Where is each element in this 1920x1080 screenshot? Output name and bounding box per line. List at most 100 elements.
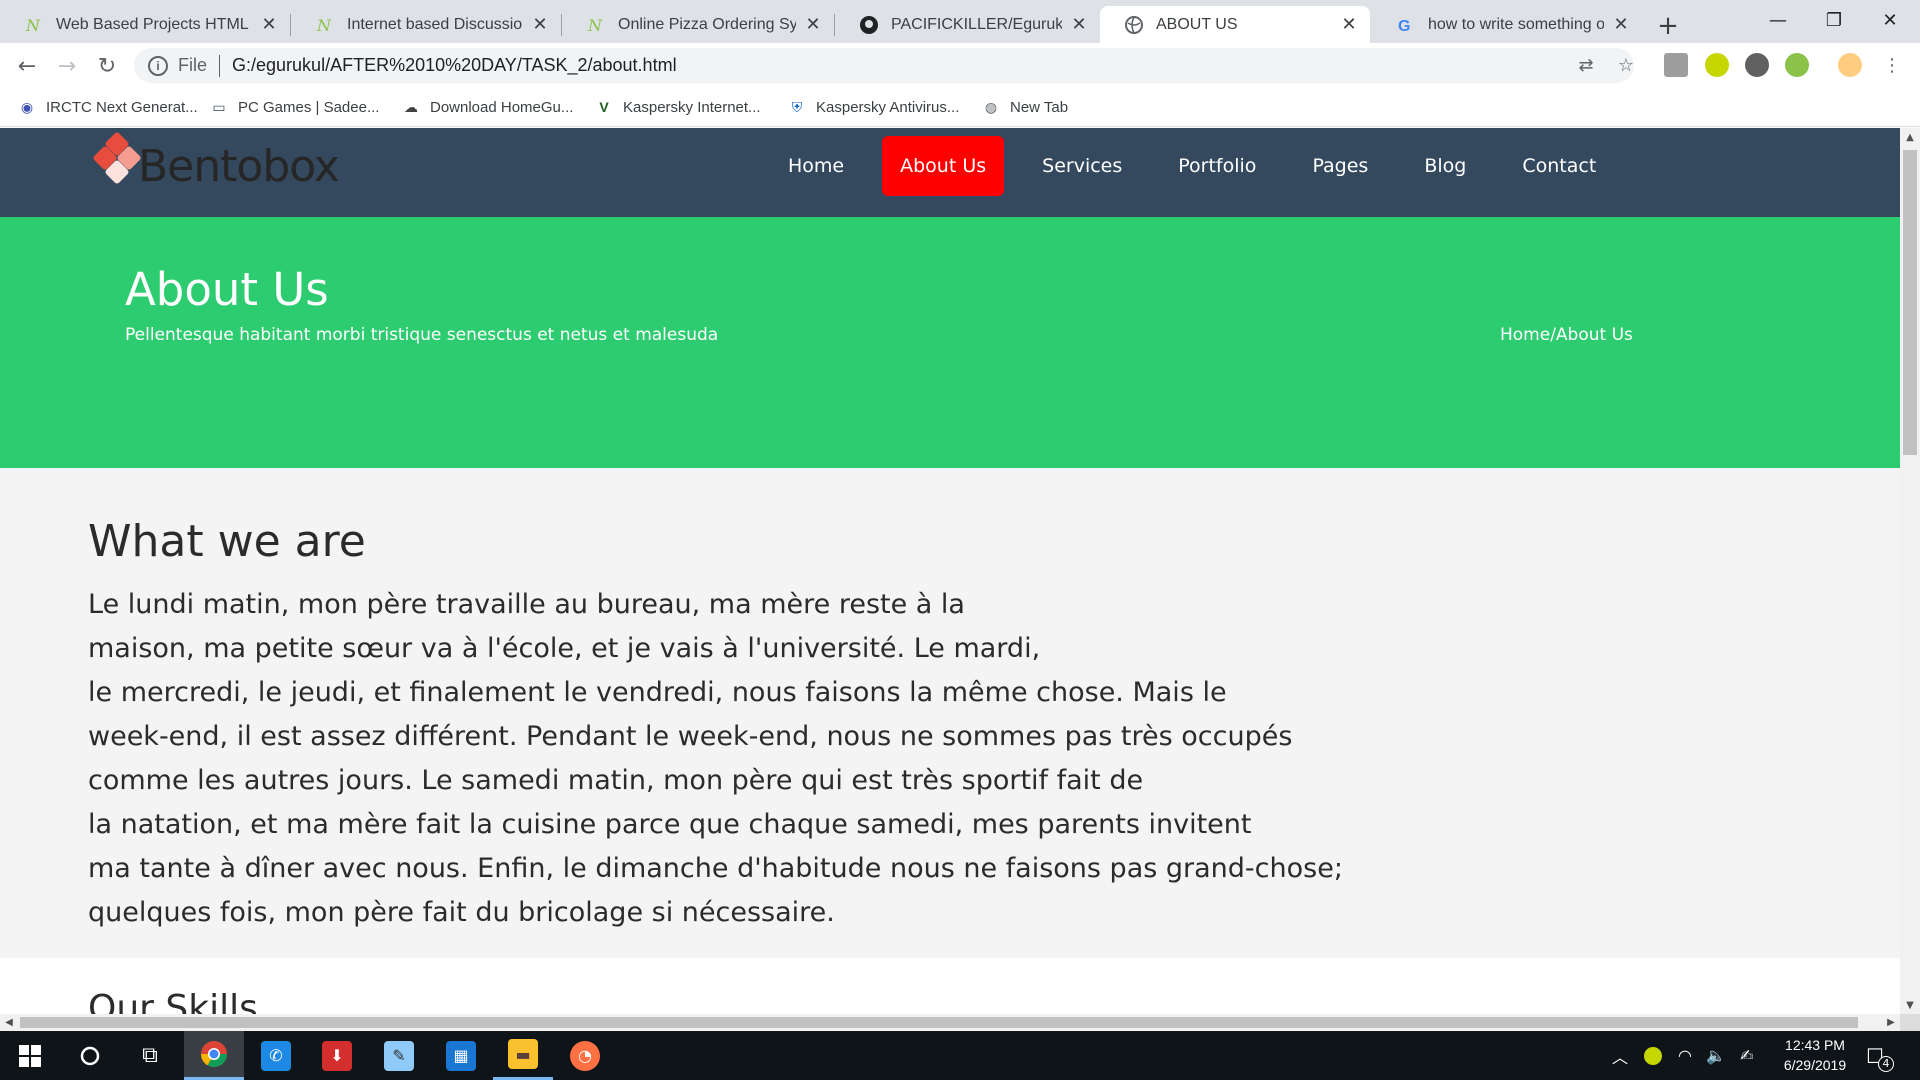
- bookmark-irctc[interactable]: ◉ IRCTC Next Generat...: [18, 94, 198, 120]
- tab-google-search[interactable]: G how to write something on c ✕: [1372, 6, 1642, 43]
- pen-icon[interactable]: ✍: [1740, 1031, 1753, 1080]
- page-viewport: Bentobox Home About Us Services Portfoli…: [0, 128, 1900, 1014]
- scroll-down-arrow-icon[interactable]: ▼: [1900, 996, 1920, 1014]
- clock-time: 12:43 PM: [1785, 1037, 1845, 1053]
- bookmark-label: Kaspersky Antivirus...: [816, 98, 960, 116]
- close-icon[interactable]: ✕: [1338, 14, 1360, 36]
- scrollbar-thumb[interactable]: [20, 1017, 1858, 1028]
- paragraph-line: le mercredi, le jeudi, et finalement le …: [88, 677, 1227, 708]
- menu-item-pages[interactable]: Pages: [1294, 136, 1386, 196]
- minimize-button[interactable]: —: [1750, 0, 1806, 40]
- browser-toolbar: ← → ↻ i File G:/egurukul/AFTER%2010%20DA…: [0, 43, 1920, 88]
- system-clock[interactable]: 12:43 PM 6/29/2019: [1760, 1035, 1870, 1075]
- main-menu: Home About Us Services Portfolio Pages B…: [770, 136, 1634, 196]
- bookmark-label: New Tab: [1010, 98, 1069, 116]
- menu-item-blog[interactable]: Blog: [1406, 136, 1484, 196]
- paragraph-line: Le lundi matin, mon père travaille au bu…: [88, 589, 965, 620]
- tab-about-us[interactable]: ABOUT US ✕: [1100, 6, 1370, 43]
- logo-diamond-icon: [92, 131, 142, 201]
- tab-web-based-projects[interactable]: N Web Based Projects HTML 5 ( ✕: [0, 6, 290, 43]
- bookmark-pc-games[interactable]: ▭ PC Games | Sadee...: [210, 94, 379, 120]
- profile-avatar-icon[interactable]: [1838, 53, 1862, 77]
- forward-arrow-icon[interactable]: →: [51, 50, 83, 82]
- scrollbar-thumb[interactable]: [1903, 150, 1917, 455]
- taskbar-chrome-icon[interactable]: [184, 1031, 244, 1080]
- reload-icon[interactable]: ↻: [91, 50, 123, 82]
- windows-start-icon[interactable]: [0, 1031, 60, 1080]
- bookmark-label: IRCTC Next Generat...: [46, 98, 198, 116]
- svg-text:G: G: [1398, 18, 1410, 35]
- scroll-up-arrow-icon[interactable]: ▲: [1900, 128, 1920, 146]
- close-icon[interactable]: ✕: [529, 14, 551, 36]
- bookmark-label: Download HomeGu...: [430, 98, 574, 116]
- scroll-right-arrow-icon[interactable]: ▶: [1882, 1014, 1900, 1031]
- bookmark-new-tab[interactable]: ◍ New Tab: [982, 94, 1068, 120]
- menu-item-home[interactable]: Home: [770, 136, 862, 196]
- bentobox-logo[interactable]: Bentobox: [92, 131, 340, 196]
- tab-internet-discussion[interactable]: N Internet based Discussion Fo ✕: [291, 6, 561, 43]
- address-bar[interactable]: i File G:/egurukul/AFTER%2010%20DAY/TASK…: [134, 48, 1634, 83]
- vertical-scrollbar[interactable]: ▲ ▼: [1900, 128, 1920, 1014]
- translate-icon[interactable]: ⇄: [1574, 53, 1598, 77]
- tab-title: how to write something on c: [1428, 15, 1604, 33]
- menu-item-services[interactable]: Services: [1024, 136, 1140, 196]
- menu-item-about-us[interactable]: About Us: [882, 136, 1005, 196]
- paragraph-line: ma tante à dîner avec nous. Enfin, le di…: [88, 853, 1343, 884]
- back-arrow-icon[interactable]: ←: [11, 50, 43, 82]
- tab-title: Web Based Projects HTML 5 (: [56, 15, 252, 33]
- cloud-download-icon: ☁: [404, 98, 418, 115]
- taskbar-firefox-icon[interactable]: ◔: [555, 1031, 615, 1080]
- breadcrumb[interactable]: Home/About Us: [1500, 325, 1633, 345]
- url-text[interactable]: G:/egurukul/AFTER%2010%20DAY/TASK_2/abou…: [232, 55, 677, 76]
- page-banner: About Us Pellentesque habitant morbi tri…: [0, 217, 1900, 468]
- bookmark-label: PC Games | Sadee...: [238, 98, 380, 116]
- taskbar-downloader-icon[interactable]: ⬇: [307, 1031, 367, 1080]
- tray-vpn-icon[interactable]: [1644, 1031, 1662, 1080]
- bookmark-kaspersky-antivirus[interactable]: ⛨ Kaspersky Antivirus...: [788, 94, 960, 120]
- close-icon[interactable]: ✕: [1610, 14, 1632, 36]
- menu-kebab-icon[interactable]: ⋮: [1880, 53, 1904, 77]
- info-icon[interactable]: i: [148, 55, 168, 76]
- bookmark-homeguard[interactable]: ☁ Download HomeGu...: [402, 94, 573, 120]
- n-logo-icon: N: [24, 15, 44, 35]
- tab-title: Online Pizza Ordering Systen: [618, 15, 796, 33]
- close-icon[interactable]: ✕: [1068, 14, 1090, 36]
- paragraph-line: comme les autres jours. Le samedi matin,…: [88, 765, 1144, 796]
- globe-icon: [1124, 15, 1144, 35]
- tray-chevron-icon[interactable]: ︿: [1612, 1031, 1628, 1080]
- notification-count: 4: [1877, 1055, 1894, 1072]
- windows-taskbar: ⧉ ✆ ⬇ ✎ ▦ ▬ ◔ ︿ ◠ 🔈 ✍ 12:43 PM 6/29/2019…: [0, 1031, 1920, 1080]
- menu-item-contact[interactable]: Contact: [1504, 136, 1614, 196]
- pdf-extension-icon[interactable]: [1664, 53, 1688, 77]
- restore-button[interactable]: ❐: [1806, 0, 1862, 40]
- notification-center-icon[interactable]: ☐ 4: [1866, 1031, 1894, 1080]
- tab-github[interactable]: PACIFICKILLER/Egurukul_TAS ✕: [835, 6, 1100, 43]
- extension-film-icon[interactable]: [1745, 53, 1769, 77]
- menu-item-portfolio[interactable]: Portfolio: [1160, 136, 1274, 196]
- bookmarks-bar: ◉ IRCTC Next Generat... ▭ PC Games | Sad…: [0, 88, 1920, 127]
- svg-text:N: N: [587, 16, 603, 35]
- bookmark-kaspersky-internet[interactable]: V Kaspersky Internet...: [595, 94, 761, 120]
- tab-online-pizza[interactable]: N Online Pizza Ordering Systen ✕: [562, 6, 834, 43]
- star-icon[interactable]: ☆: [1614, 53, 1638, 77]
- clock-date: 6/29/2019: [1783, 1057, 1847, 1073]
- close-icon[interactable]: ✕: [802, 14, 824, 36]
- task-view-icon[interactable]: ⧉: [120, 1031, 180, 1080]
- bookmark-label: Kaspersky Internet...: [623, 98, 761, 116]
- taskbar-file-explorer-icon[interactable]: ▬: [493, 1031, 553, 1080]
- volume-icon[interactable]: 🔈: [1706, 1031, 1726, 1080]
- scroll-left-arrow-icon[interactable]: ◀: [0, 1014, 18, 1031]
- close-icon[interactable]: ✕: [258, 14, 280, 36]
- wifi-icon[interactable]: ◠: [1678, 1031, 1692, 1080]
- extension-plus-icon[interactable]: [1705, 53, 1729, 77]
- extension-green-icon[interactable]: [1785, 53, 1809, 77]
- v-icon: V: [599, 99, 609, 115]
- new-tab-button[interactable]: +: [1652, 10, 1684, 42]
- paragraph-line: la natation, et ma mère fait la cuisine …: [88, 809, 1252, 840]
- horizontal-scrollbar[interactable]: ◀ ▶: [0, 1014, 1900, 1031]
- taskbar-paint-icon[interactable]: ✎: [369, 1031, 429, 1080]
- taskbar-whatsapp-icon[interactable]: ✆: [246, 1031, 306, 1080]
- close-window-button[interactable]: ✕: [1862, 0, 1918, 40]
- cortana-search-icon[interactable]: [60, 1031, 120, 1080]
- taskbar-store-icon[interactable]: ▦: [431, 1031, 491, 1080]
